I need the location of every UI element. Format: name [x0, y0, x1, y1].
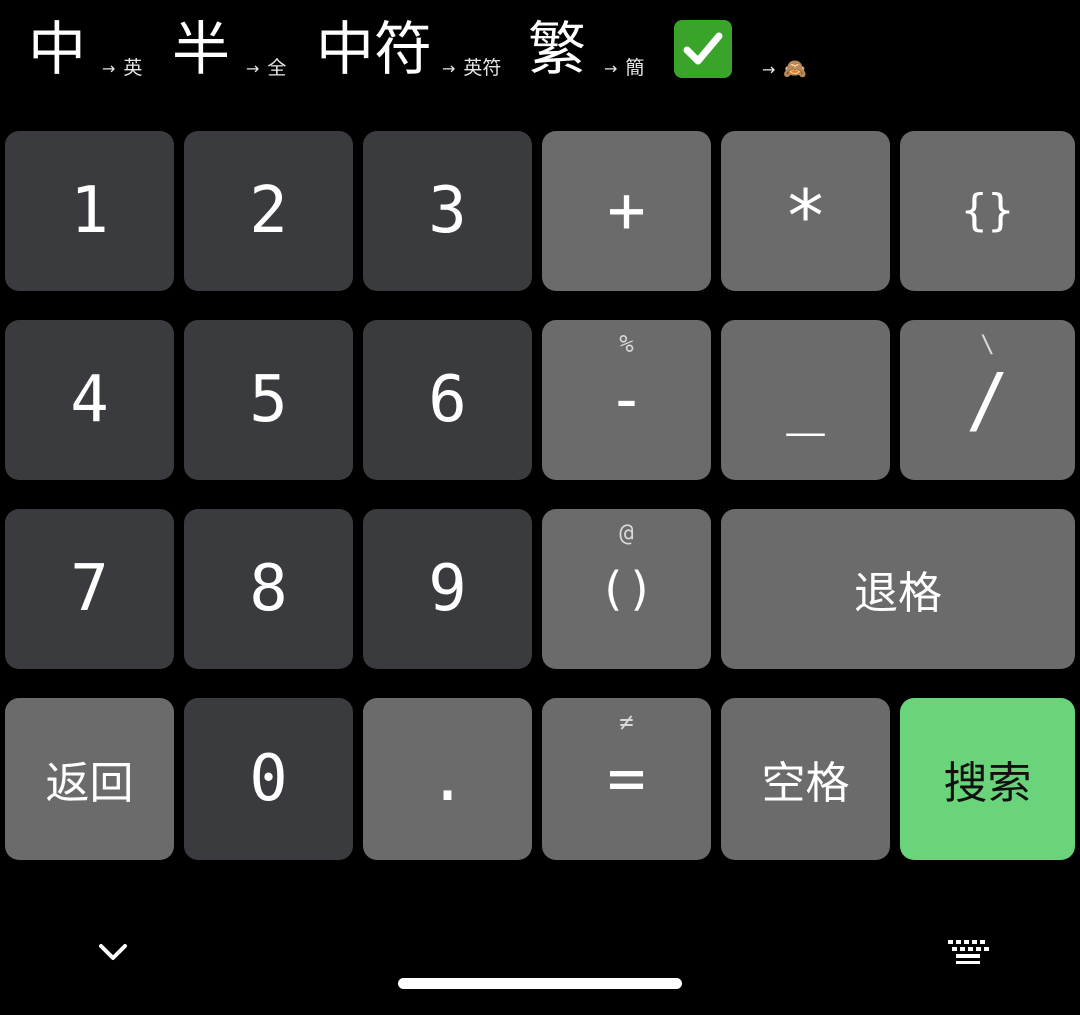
key-1-label: 1: [70, 174, 109, 248]
key-asterisk[interactable]: *: [721, 131, 890, 291]
search-button[interactable]: 搜索: [900, 698, 1075, 860]
key-0[interactable]: 0: [184, 698, 353, 860]
search-label: 搜索: [943, 758, 1032, 809]
key-plus[interactable]: +: [542, 131, 711, 291]
key-9[interactable]: 9: [363, 509, 532, 669]
arrow-right-icon: →: [442, 59, 456, 78]
key-slash[interactable]: \ /: [900, 320, 1075, 480]
key-minus[interactable]: % -: [542, 320, 711, 480]
arrow-right-icon: →: [102, 59, 116, 78]
key-6[interactable]: 6: [363, 320, 532, 480]
key-5[interactable]: 5: [184, 320, 353, 480]
see-no-evil-monkey-icon: 🙈: [783, 58, 808, 80]
key-equals-label: =: [607, 742, 646, 816]
key-equals[interactable]: ≠ =: [542, 698, 711, 860]
toggle-punctuation-main: 中符: [316, 15, 433, 83]
key-dot-label: .: [428, 742, 467, 816]
key-7-label: 7: [70, 552, 109, 626]
toggle-chinese-english-hint: → 英: [102, 53, 142, 80]
key-equals-hint: ≠: [619, 708, 634, 736]
key-3-label: 3: [428, 174, 467, 248]
arrow-right-icon: →: [246, 59, 260, 78]
key-2[interactable]: 2: [184, 131, 353, 291]
toggle-punctuation-hint: → 英符: [442, 53, 501, 80]
key-6-label: 6: [428, 363, 467, 437]
toggle-half-full-main: 半: [172, 15, 231, 83]
toggle-half-full-width[interactable]: 半 → 全: [172, 14, 302, 84]
key-7[interactable]: 7: [5, 509, 174, 669]
key-8[interactable]: 8: [184, 509, 353, 669]
space-label: 空格: [761, 758, 850, 809]
key-9-label: 9: [428, 552, 467, 626]
key-slash-label: /: [965, 358, 1010, 442]
arrow-right-icon: →: [762, 60, 776, 79]
key-minus-hint: %: [619, 330, 634, 358]
key-underscore-label: _: [786, 363, 825, 437]
toggle-traditional-main: 繁: [528, 15, 587, 83]
navigation-bar: [0, 900, 1080, 1015]
toggle-half-full-target: 全: [267, 57, 287, 79]
toggle-chinese-english-main: 中: [28, 15, 87, 83]
key-4-label: 4: [70, 363, 109, 437]
key-8-label: 8: [249, 552, 288, 626]
key-3[interactable]: 3: [363, 131, 532, 291]
key-braces[interactable]: {}: [900, 131, 1075, 291]
key-0-label: 0: [249, 742, 288, 816]
check-mark-icon: ✅: [674, 20, 732, 78]
toggle-traditional-simplified[interactable]: 繁 → 簡: [528, 14, 658, 84]
key-asterisk-label: *: [783, 174, 828, 258]
key-parentheses[interactable]: @ (): [542, 509, 711, 669]
keyboard-icon[interactable]: [944, 936, 992, 968]
key-parentheses-label: (): [598, 562, 655, 616]
back-label: 返回: [45, 758, 134, 809]
chevron-down-icon[interactable]: [90, 934, 136, 970]
key-minus-label: -: [607, 363, 646, 437]
home-indicator[interactable]: [398, 978, 682, 989]
key-braces-label: {}: [961, 185, 1014, 236]
backspace-label: 退格: [854, 568, 942, 619]
key-2-label: 2: [249, 174, 288, 248]
toggle-emoji-mode[interactable]: ✅ →🙈: [674, 14, 824, 84]
toggle-chinese-english-target: 英: [123, 57, 143, 79]
toggle-punctuation[interactable]: 中符 → 英符: [316, 14, 516, 84]
toggle-emoji-hint: → 🙈: [762, 57, 807, 80]
key-4[interactable]: 4: [5, 320, 174, 480]
ime-toolbar: 中 →英 半 →全 中符 →英符 繁 →簡 ✅ →🙈: [0, 0, 1080, 100]
key-5-label: 5: [249, 363, 288, 437]
backspace-button[interactable]: 退格: [721, 509, 1075, 669]
key-underscore[interactable]: _: [721, 320, 890, 480]
toggle-punctuation-target: 英符: [463, 57, 502, 79]
toggle-half-full-hint: → 全: [246, 53, 286, 80]
key-parentheses-hint: @: [619, 519, 634, 547]
toggle-traditional-target: 簡: [625, 57, 645, 79]
key-plus-label: +: [607, 174, 646, 248]
key-dot[interactable]: .: [363, 698, 532, 860]
toggle-traditional-hint: → 簡: [604, 53, 644, 80]
back-button[interactable]: 返回: [5, 698, 174, 860]
arrow-right-icon: →: [604, 59, 618, 78]
space-button[interactable]: 空格: [721, 698, 890, 860]
key-1[interactable]: 1: [5, 131, 174, 291]
key-slash-hint: \: [980, 330, 995, 358]
toggle-chinese-english[interactable]: 中 → 英: [28, 14, 158, 84]
